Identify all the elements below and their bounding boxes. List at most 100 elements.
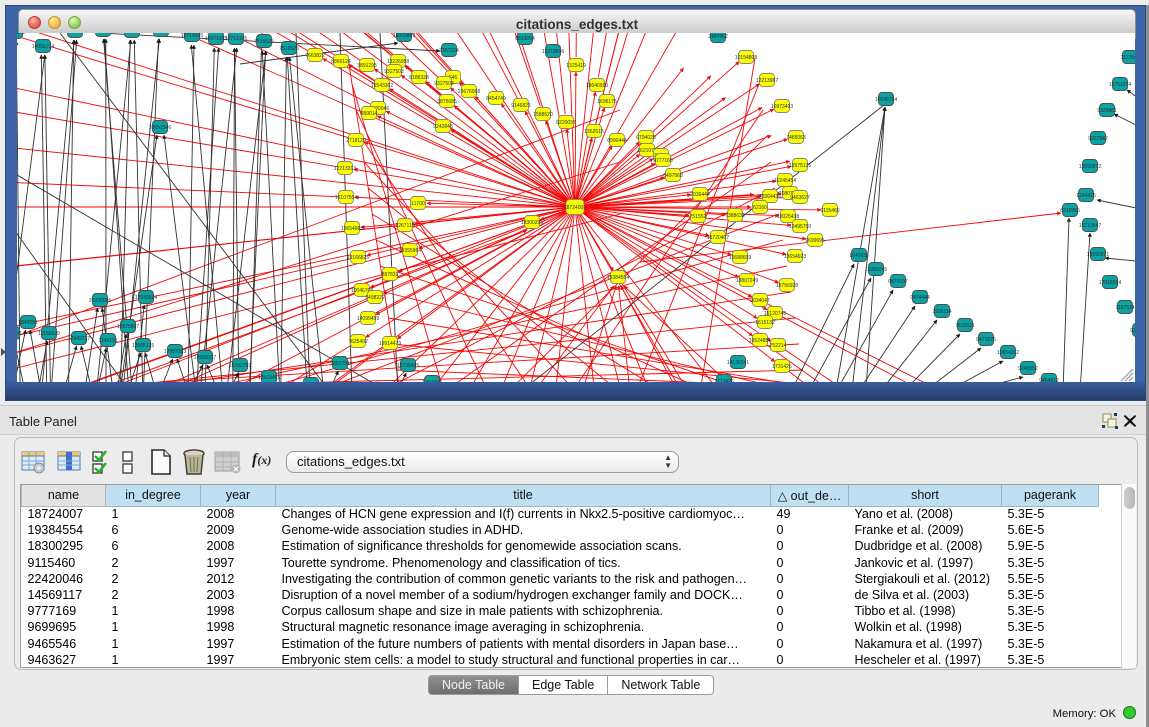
svg-text:9464912: 9464912 — [1039, 378, 1059, 382]
svg-text:8813054: 8813054 — [515, 36, 535, 42]
svg-text:3875685: 3875685 — [437, 99, 457, 105]
svg-text:1615132: 1615132 — [755, 320, 775, 326]
svg-text:19524851: 19524851 — [749, 338, 771, 344]
svg-text:19218506: 19218506 — [542, 49, 564, 55]
svg-text:9777169: 9777169 — [653, 158, 673, 164]
svg-text:1405571: 1405571 — [17, 33, 25, 36]
svg-text:6794028: 6794028 — [636, 135, 656, 141]
svg-text:12093872: 12093872 — [1079, 164, 1101, 170]
svg-text:10654112: 10654112 — [997, 350, 1019, 356]
svg-text:19384554: 19384554 — [607, 275, 629, 281]
svg-text:9327503: 9327503 — [384, 69, 404, 75]
svg-text:1362615: 1362615 — [584, 129, 604, 135]
svg-text:10653287: 10653287 — [92, 33, 114, 34]
svg-text:19166825: 19166825 — [347, 255, 369, 261]
svg-text:9245052: 9245052 — [1018, 366, 1038, 372]
svg-text:9224501: 9224501 — [1130, 328, 1135, 334]
svg-text:7388632: 7388632 — [725, 213, 745, 219]
svg-text:1244415: 1244415 — [1076, 193, 1096, 199]
svg-text:16107554: 16107554 — [335, 195, 357, 201]
svg-text:15736485: 15736485 — [397, 363, 419, 369]
svg-text:13654923: 13654923 — [784, 254, 806, 260]
svg-text:1292346: 1292346 — [422, 380, 442, 382]
svg-text:6879197: 6879197 — [888, 279, 908, 285]
svg-text:15720407: 15720407 — [707, 235, 729, 241]
svg-text:1588520: 1588520 — [533, 112, 553, 118]
svg-text:9699695: 9699695 — [805, 238, 825, 244]
svg-text:9327508: 9327508 — [434, 81, 454, 87]
svg-text:6497568: 6497568 — [663, 173, 683, 179]
svg-text:14055714: 14055714 — [32, 44, 54, 50]
svg-text:10719155: 10719155 — [181, 33, 203, 39]
svg-text:10154808: 10154808 — [735, 55, 757, 61]
svg-text:989014: 989014 — [361, 111, 378, 117]
svg-text:1640935: 1640935 — [849, 253, 869, 259]
svg-text:11156829: 11156829 — [38, 331, 60, 337]
svg-text:2036444: 2036444 — [690, 192, 710, 198]
svg-text:7625402: 7625402 — [348, 339, 368, 345]
svg-text:9227342: 9227342 — [1088, 136, 1108, 142]
svg-text:15692971: 15692971 — [1087, 252, 1109, 258]
svg-text:8471676: 8471676 — [976, 337, 996, 343]
svg-text:7515526: 7515526 — [279, 46, 299, 52]
svg-text:1145191: 1145191 — [98, 338, 117, 344]
svg-text:7357224: 7357224 — [439, 48, 459, 54]
svg-text:13975125: 13975125 — [789, 163, 811, 169]
svg-text:19756928: 19756928 — [776, 283, 798, 289]
svg-text:1713426: 1713426 — [714, 379, 734, 382]
svg-text:9242848: 9242848 — [433, 124, 453, 130]
svg-text:1112543: 1112543 — [1121, 55, 1135, 61]
svg-text:8215955: 8215955 — [1060, 208, 1080, 214]
svg-text:2935114: 2935114 — [932, 309, 951, 315]
svg-text:10973493: 10973493 — [771, 104, 793, 110]
svg-text:12505135: 12505135 — [132, 343, 154, 349]
svg-text:16033809: 16033809 — [393, 33, 415, 39]
svg-text:7485063: 7485063 — [786, 135, 806, 141]
svg-text:16543362: 16543362 — [371, 83, 393, 89]
svg-text:1845081: 1845081 — [18, 320, 38, 326]
svg-text:752214: 752214 — [770, 343, 787, 349]
svg-text:2487662: 2487662 — [708, 34, 728, 40]
svg-text:18724007: 18724007 — [564, 205, 586, 211]
svg-text:9329961: 9329961 — [1097, 108, 1117, 114]
svg-text:10713155: 10713155 — [225, 36, 247, 42]
svg-text:9146821: 9146821 — [511, 103, 531, 109]
svg-text:20364436: 20364436 — [759, 194, 781, 200]
svg-text:1325419: 1325419 — [566, 63, 586, 69]
svg-text:2718129: 2718129 — [346, 138, 366, 144]
svg-text:887831: 887831 — [382, 272, 399, 278]
svg-text:12213313: 12213313 — [334, 166, 356, 172]
svg-text:20053346: 20053346 — [149, 125, 171, 131]
svg-text:1527602: 1527602 — [122, 33, 142, 35]
svg-text:7515525: 7515525 — [254, 39, 274, 45]
svg-text:12923465: 12923465 — [258, 375, 280, 381]
svg-text:20691406: 20691406 — [64, 33, 86, 35]
svg-text:8860124: 8860124 — [331, 59, 351, 65]
svg-text:8186328: 8186328 — [409, 75, 429, 81]
svg-text:14136141: 14136141 — [727, 360, 749, 366]
svg-text:1498222: 1498222 — [365, 295, 385, 301]
svg-text:751552: 751552 — [690, 214, 707, 220]
svg-text:9463627: 9463627 — [790, 195, 810, 201]
svg-text:9115460: 9115460 — [820, 208, 839, 214]
svg-text:18300295: 18300295 — [521, 220, 543, 226]
svg-text:13495750: 13495750 — [789, 224, 811, 230]
svg-text:1167534: 1167534 — [1115, 305, 1134, 311]
svg-text:10025438: 10025438 — [777, 214, 799, 220]
svg-text:9034047: 9034047 — [750, 298, 770, 304]
svg-text:14099459: 14099459 — [357, 316, 379, 322]
svg-text:9857791: 9857791 — [330, 361, 350, 367]
svg-text:10688609: 10688609 — [729, 255, 751, 261]
svg-text:17957253: 17957253 — [164, 349, 186, 355]
svg-text:12942737: 12942737 — [68, 336, 90, 342]
svg-text:10648764: 10648764 — [875, 97, 897, 103]
svg-text:3891295: 3891295 — [357, 63, 377, 69]
svg-text:19914479: 19914479 — [379, 341, 401, 347]
svg-text:14958107: 14958107 — [194, 355, 216, 361]
svg-text:18807249: 18807249 — [736, 278, 758, 284]
svg-text:9474444: 9474444 — [910, 295, 930, 301]
svg-text:7663822: 7663822 — [305, 53, 325, 59]
svg-text:17939924: 17939924 — [135, 295, 157, 301]
svg-text:13226058: 13226058 — [387, 59, 409, 65]
svg-text:10245454: 10245454 — [774, 178, 796, 184]
